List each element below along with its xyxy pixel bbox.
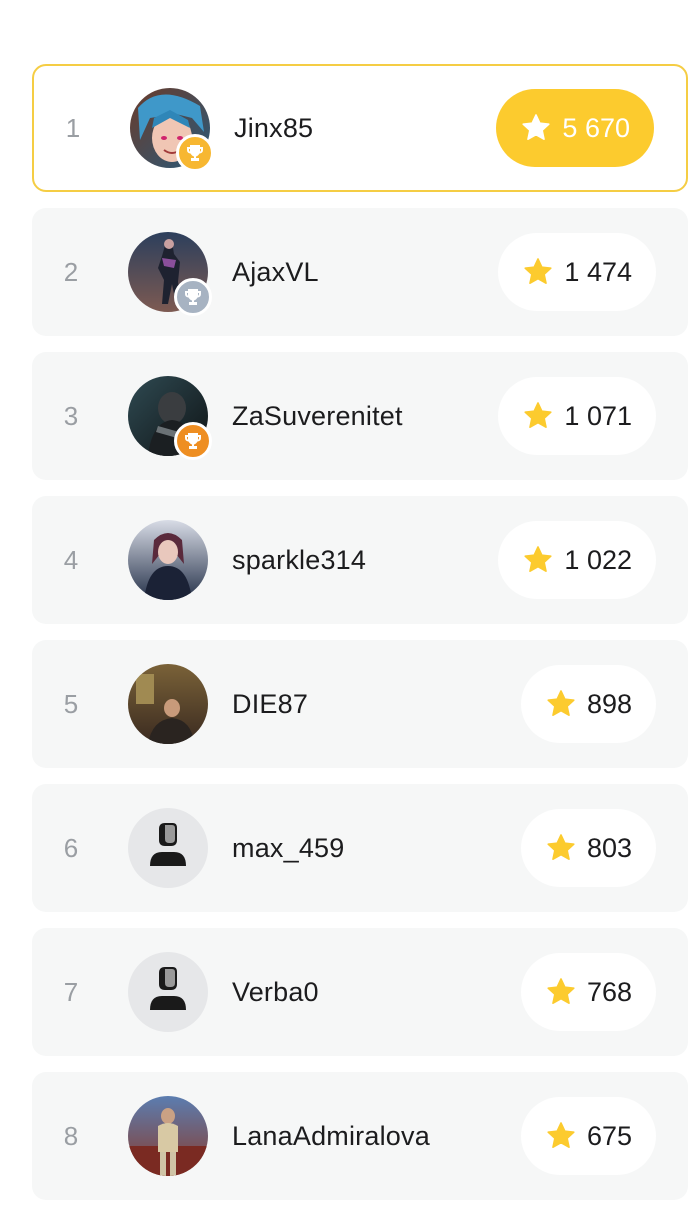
avatar[interactable] [130,88,214,172]
trophy-icon [174,278,212,316]
rank-number: 7 [63,976,79,1007]
leaderboard-row[interactable]: 7 Verba0 768 [32,928,688,1056]
photo-avatar [128,520,208,600]
player-name: Verba0 [232,976,319,1007]
rank-number: 1 [65,112,81,143]
score-badge: 898 [520,665,656,743]
player-name: max_459 [232,832,345,863]
photo-avatar [128,1096,208,1176]
avatar[interactable] [128,808,208,888]
avatar[interactable] [128,664,208,744]
score-value: 803 [586,832,632,863]
trophy-icon [176,134,214,172]
rank-number: 3 [63,400,79,431]
score-badge: 5 670 [496,89,654,167]
score-value: 898 [586,688,632,719]
leaderboard-row[interactable]: 4 sparkle314 1 022 [32,496,688,624]
avatar[interactable] [128,520,208,600]
player-name: DIE87 [232,688,309,719]
rank-number: 4 [63,544,79,575]
photo-avatar [128,664,208,744]
avatar[interactable] [128,232,212,316]
star-icon [547,978,575,1004]
score-badge: 1 474 [498,233,656,311]
star-icon [547,1122,575,1148]
score-badge: 1 022 [498,521,656,599]
score-value: 1 474 [564,256,632,287]
leaderboard-row[interactable]: 1 Jinx85 5 670 [32,64,688,192]
player-name: sparkle314 [232,544,367,575]
score-badge: 768 [520,953,656,1031]
leaderboard-row[interactable]: 5 DIE87 898 [32,640,688,768]
default-user-icon [128,808,208,888]
leaderboard-row[interactable]: 8 LanaAdmiralova 675 [32,1072,688,1200]
rank-number: 2 [63,256,79,287]
player-name: LanaAdmiralova [232,1120,430,1151]
score-value: 675 [586,1120,632,1151]
score-value: 1 071 [564,400,632,431]
star-icon [524,258,553,284]
score-badge: 1 071 [498,377,656,455]
player-name: Jinx85 [234,112,314,143]
leaderboard-list: 1 Jinx85 5 670 2 AjaxVL 1 474 3 ZaSuvere… [32,64,688,1216]
star-icon [524,546,553,572]
trophy-icon [174,422,212,460]
score-value: 5 670 [562,112,630,143]
score-badge: 803 [520,809,656,887]
player-name: ZaSuverenitet [232,400,403,431]
score-value: 768 [586,976,632,1007]
star-icon [547,834,575,860]
avatar[interactable] [128,952,208,1032]
default-user-icon [128,952,208,1032]
rank-number: 5 [63,688,79,719]
leaderboard-row[interactable]: 2 AjaxVL 1 474 [32,208,688,336]
avatar[interactable] [128,1096,208,1176]
score-badge: 675 [520,1097,656,1175]
avatar[interactable] [128,376,212,460]
star-icon [547,690,575,716]
star-icon [524,402,553,428]
leaderboard-row[interactable]: 6 max_459 803 [32,784,688,912]
score-value: 1 022 [564,544,632,575]
rank-number: 8 [63,1120,79,1151]
rank-number: 6 [63,832,79,863]
player-name: AjaxVL [232,256,319,287]
star-icon [522,114,551,140]
leaderboard-row[interactable]: 3 ZaSuverenitet 1 071 [32,352,688,480]
